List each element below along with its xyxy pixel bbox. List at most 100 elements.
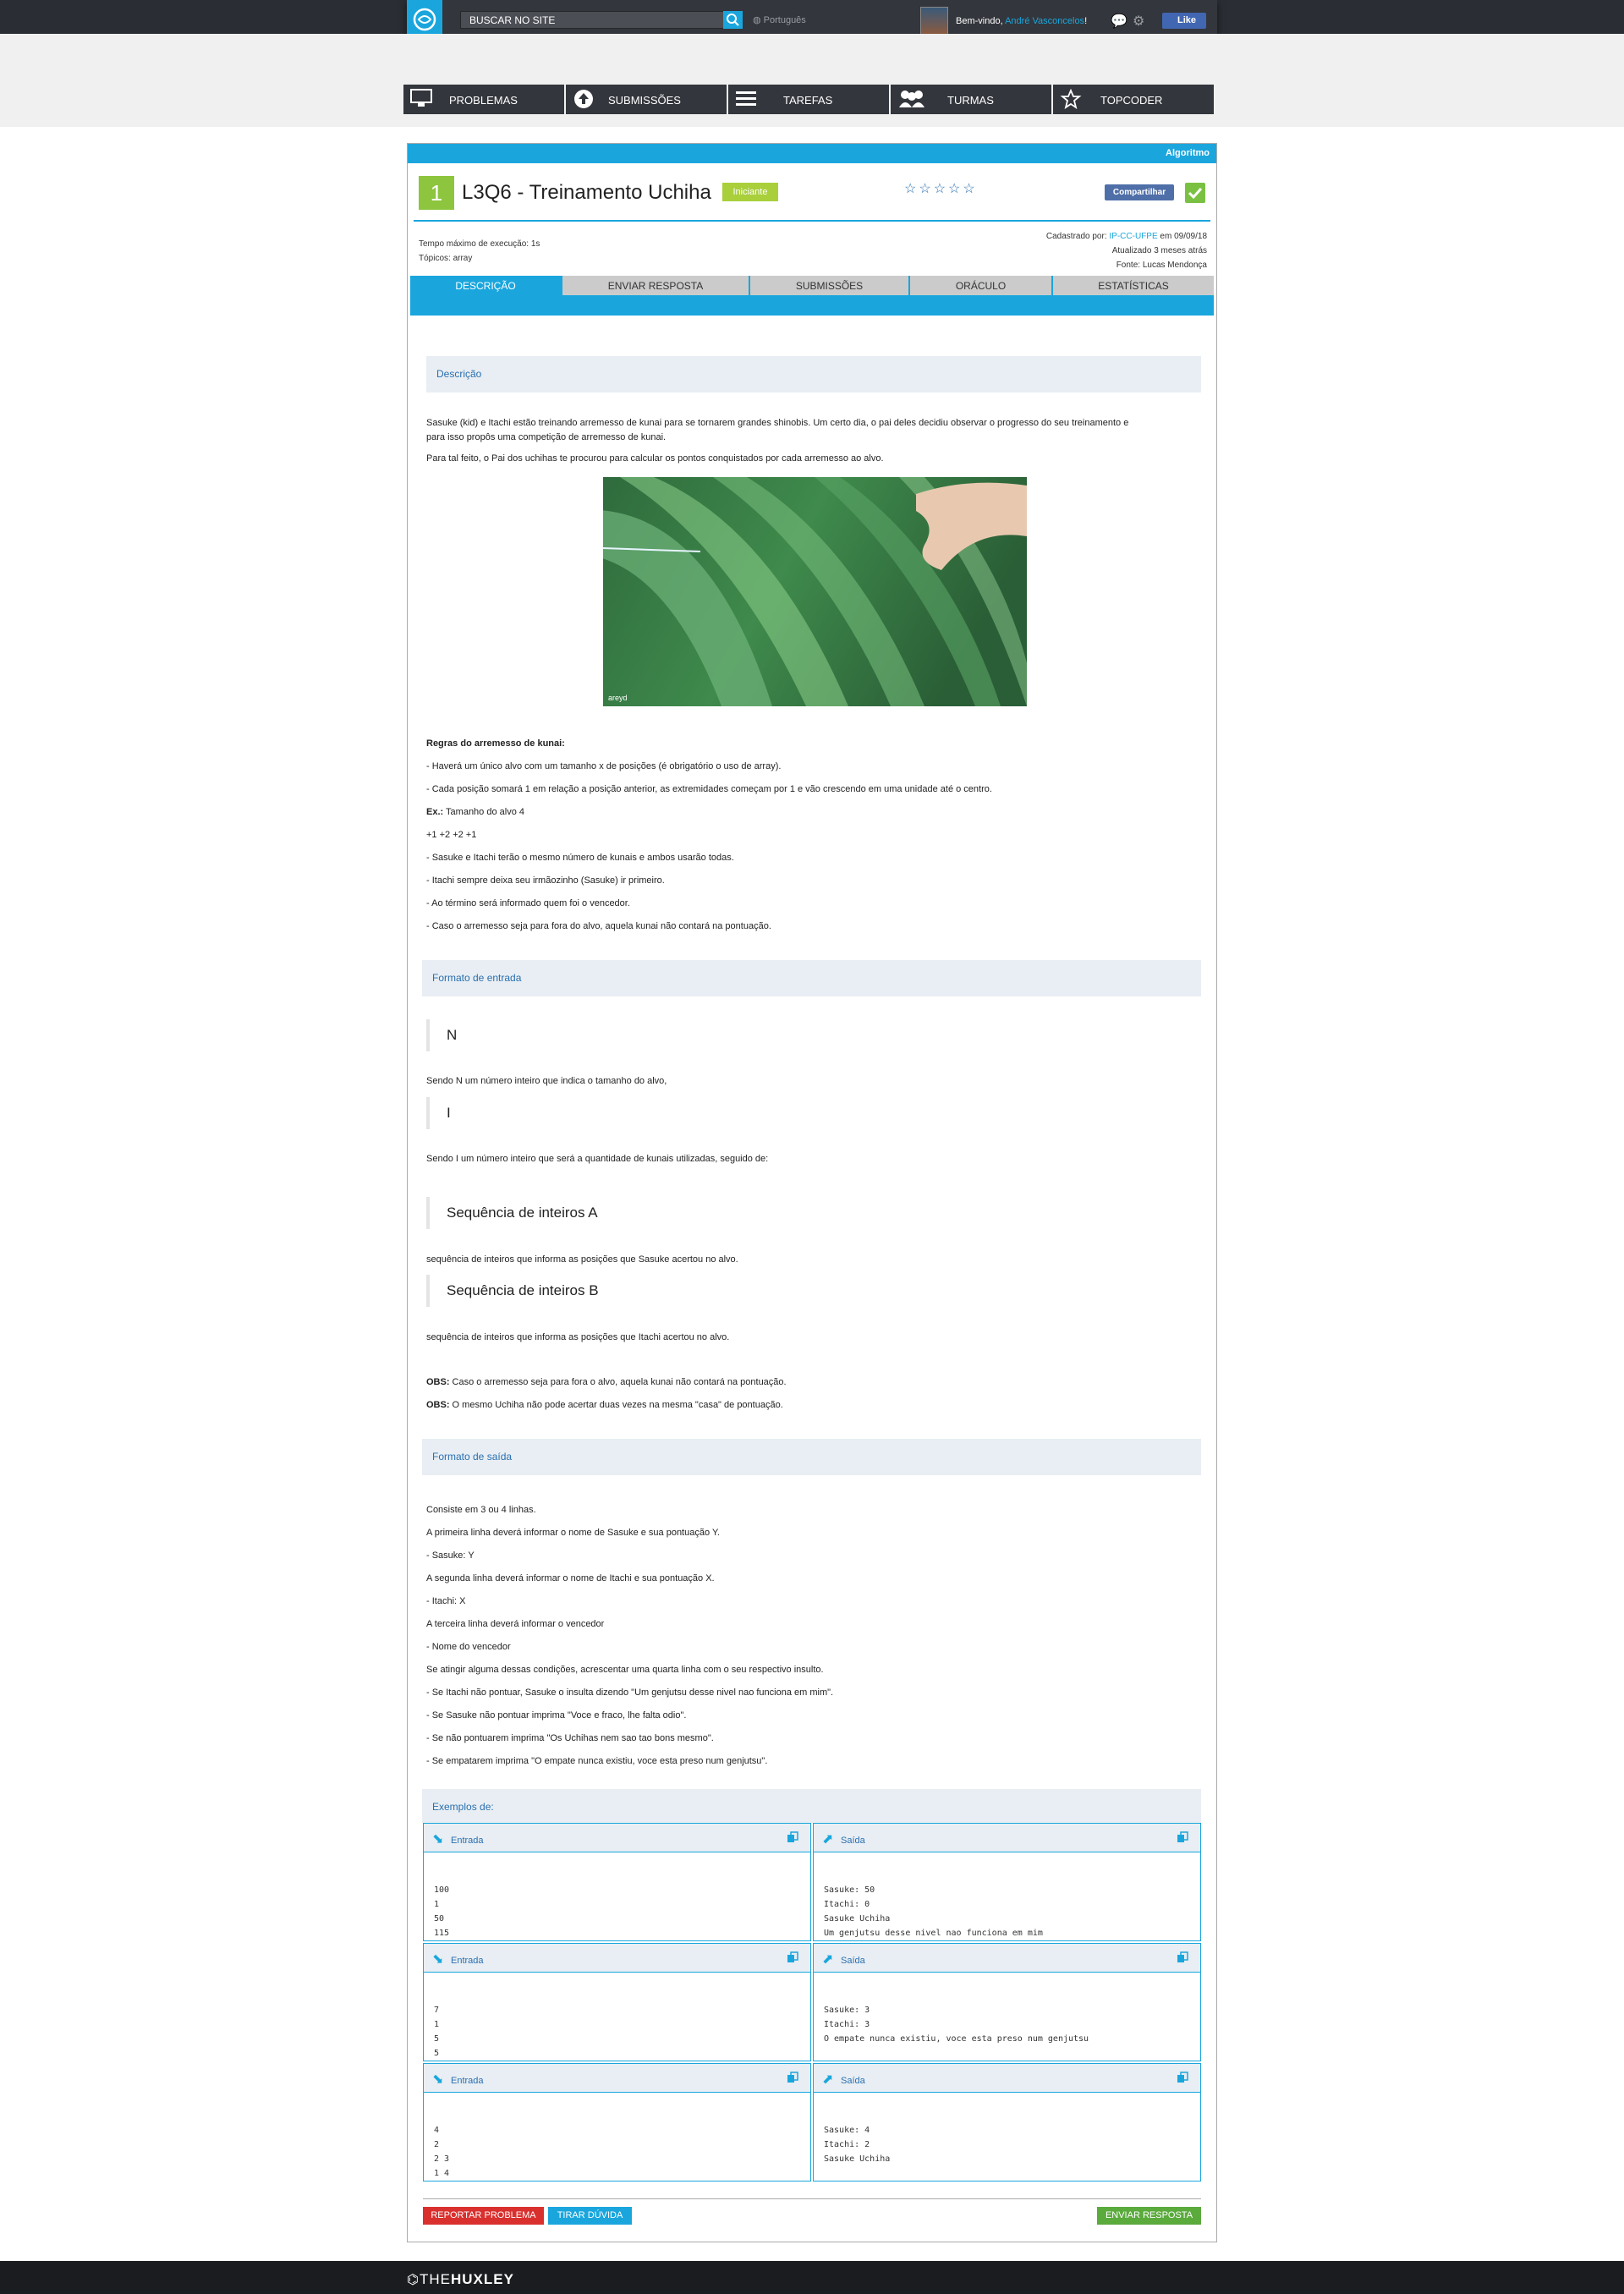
problem-type: Algoritmo (1166, 148, 1210, 158)
gear-icon[interactable]: ⚙ (1133, 13, 1144, 30)
output-line: Se atingir alguma dessas condições, acre… (426, 1665, 824, 1675)
output-arrow-icon: ⬈ (822, 1832, 834, 1847)
section-header-entrada: Formato de entrada (422, 960, 1201, 996)
output-line: - Se Itachi não pontuar, Sasuke o insult… (426, 1688, 834, 1698)
group-icon (899, 91, 924, 107)
registered-date: em 09/09/18 (1157, 232, 1207, 241)
output-line: - Se empatarem imprima "O empate nunca e… (426, 1756, 768, 1766)
updated-time: Atualizado 3 meses atrás (1111, 246, 1207, 255)
language-label: Português (763, 15, 806, 25)
search-input[interactable]: BUSCAR NO SITE (460, 11, 728, 29)
welcome-suffix: ! (1084, 16, 1088, 26)
nav-item-tarefas[interactable]: TAREFAS (728, 85, 889, 114)
footer-logo[interactable]: ⌬THEHUXLEY (407, 2271, 514, 2288)
input-arrow-icon: ⬊ (432, 1952, 444, 1967)
problem-meta: Cadastrado por: IP-CC-UFPE em 09/09/18 A… (1046, 229, 1207, 272)
tab-estatisticas[interactable]: ESTATÍSTICAS (1053, 276, 1214, 295)
output-line: A terceira linha deverá informar o vence… (426, 1619, 605, 1629)
example-output-label: Saída (841, 1836, 865, 1846)
avatar[interactable] (920, 7, 948, 35)
nav-item-problemas[interactable]: PROBLEMAS (403, 85, 564, 114)
section-header-exemplos: Exemplos de: (422, 1789, 1201, 1823)
problem-type-bar: Algoritmo (408, 144, 1216, 163)
output-line: - Nome do vencedor (426, 1642, 511, 1652)
footer-logo-huxley: HUXLEY (450, 2271, 514, 2287)
obs-text: O mesmo Uchiha não pode acertar duas vez… (449, 1400, 783, 1410)
copy-icon[interactable] (787, 1831, 798, 1843)
input-arrow-icon: ⬊ (432, 1832, 444, 1847)
solved-check-icon (1185, 183, 1205, 203)
obs-text: Caso o arremesso seja para fora o alvo, … (449, 1377, 787, 1387)
tab-enviar-resposta[interactable]: ENVIAR RESPOSTA (562, 276, 749, 295)
language-selector[interactable]: ◍ Português (753, 14, 806, 25)
copy-icon[interactable] (1177, 1831, 1188, 1843)
rule-line: - Haverá um único alvo com um tamanho x … (426, 761, 782, 771)
obs-line: OBS: O mesmo Uchiha não pode acertar dua… (426, 1398, 783, 1413)
description-paragraph: Sasuke (kid) e Itachi estão treinando ar… (426, 416, 1204, 445)
title-divider (414, 220, 1210, 222)
output-line: Consiste em 3 ou 4 linhas. (426, 1505, 536, 1515)
example-label: Ex.: (426, 807, 444, 817)
example-output-text[interactable]: Sasuke: 4 Itachi: 2 Sasuke Uchiha (824, 2123, 890, 2166)
example-output-text[interactable]: Sasuke: 3 Itachi: 3 O empate nunca exist… (824, 2003, 1089, 2046)
example-output-label: Saída (841, 2076, 865, 2086)
user-link[interactable]: André Vasconcelos (1005, 16, 1084, 26)
description-line: para isso propôs uma competição de arrem… (426, 432, 667, 442)
example-input-label: Entrada (451, 1836, 484, 1846)
description-paragraph: Para tal feito, o Pai dos uchihas te pro… (426, 453, 884, 464)
tab-submissoes[interactable]: SUBMISSÕES (750, 276, 908, 295)
share-button[interactable]: Compartilhar (1105, 184, 1174, 200)
example-input-text[interactable]: 4 2 2 3 1 4 (434, 2123, 449, 2181)
problem-tabs: DESCRIÇÃO ENVIAR RESPOSTA SUBMISSÕES ORÁ… (410, 276, 1214, 316)
obs-label: OBS: (426, 1377, 450, 1387)
nav-label: TAREFAS (783, 94, 833, 107)
example-text: Tamanho do alvo 4 (443, 807, 524, 817)
copy-icon[interactable] (1177, 2072, 1188, 2083)
rating-stars[interactable]: ☆☆☆☆☆ (904, 180, 978, 197)
example-input-text[interactable]: 7 1 5 5 (434, 2003, 439, 2061)
tab-descricao[interactable]: DESCRIÇÃO (410, 276, 561, 296)
copy-icon[interactable] (787, 1951, 798, 1963)
example-output-label: Saída (841, 1956, 865, 1966)
input-desc: sequência de inteiros que informa as pos… (426, 1254, 738, 1265)
rule-line: - Itachi sempre deixa seu irmãozinho (Sa… (426, 875, 665, 886)
rule-example-sequence: +1 +2 +2 +1 (426, 830, 477, 840)
tab-oraculo[interactable]: ORÁCULO (910, 276, 1051, 295)
input-desc: sequência de inteiros que informa as pos… (426, 1332, 730, 1342)
obs-line: OBS: Caso o arremesso seja para fora o a… (426, 1375, 787, 1390)
brain-logo-icon (413, 8, 436, 31)
rule-line: - Sasuke e Itachi terão o mesmo número d… (426, 853, 734, 863)
example-output-text[interactable]: Sasuke: 50 Itachi: 0 Sasuke Uchiha Um ge… (824, 1883, 1043, 1940)
section-header-descricao: Descrição (426, 356, 1201, 392)
upload-icon (574, 90, 593, 108)
nav-item-turmas[interactable]: TURMAS (891, 85, 1051, 114)
submit-answer-button[interactable]: ENVIAR RESPOSTA (1097, 2207, 1201, 2225)
example-input-header: ⬊ Entrada (424, 2064, 810, 2093)
bottom-divider (423, 2198, 1201, 2199)
example-input-cell: ⬊ Entrada 100 1 50 115 (423, 1823, 811, 1941)
output-line: - Se Sasuke não pontuar imprima "Voce e … (426, 1710, 687, 1720)
nav-label: TURMAS (947, 94, 994, 107)
facebook-like-button[interactable]: Like (1162, 13, 1206, 29)
input-var-n: N (426, 1019, 457, 1051)
list-icon (736, 91, 756, 106)
chat-icon[interactable]: 💬 (1111, 13, 1127, 30)
site-footer: ⌬THEHUXLEY (0, 2261, 1624, 2294)
report-problem-button[interactable]: REPORTAR PROBLEMA (423, 2207, 544, 2225)
ask-question-button[interactable]: TIRAR DÚVIDA (548, 2207, 632, 2225)
input-var-a: Sequência de inteiros A (426, 1197, 598, 1229)
example-output-header: ⬈ Saída (814, 1944, 1200, 1973)
search-placeholder: BUSCAR NO SITE (469, 14, 556, 26)
nav-item-submissoes[interactable]: SUBMISSÕES (566, 85, 727, 114)
registered-by-link[interactable]: IP-CC-UFPE (1109, 232, 1157, 241)
rules-title: Regras do arremesso de kunai: (426, 737, 565, 751)
page-title: L3Q6 - Treinamento Uchiha (462, 181, 711, 204)
example-input-text[interactable]: 100 1 50 115 (434, 1883, 449, 1940)
search-icon (727, 14, 739, 26)
nav-item-topcoder[interactable]: TOPCODER (1053, 85, 1214, 114)
section-header-saida: Formato de saída (422, 1439, 1201, 1475)
search-button[interactable] (723, 11, 743, 29)
copy-icon[interactable] (787, 2072, 798, 2083)
problem-limits: Tempo máximo de execução: 1s Tópicos: ar… (419, 237, 540, 266)
copy-icon[interactable] (1177, 1951, 1188, 1963)
